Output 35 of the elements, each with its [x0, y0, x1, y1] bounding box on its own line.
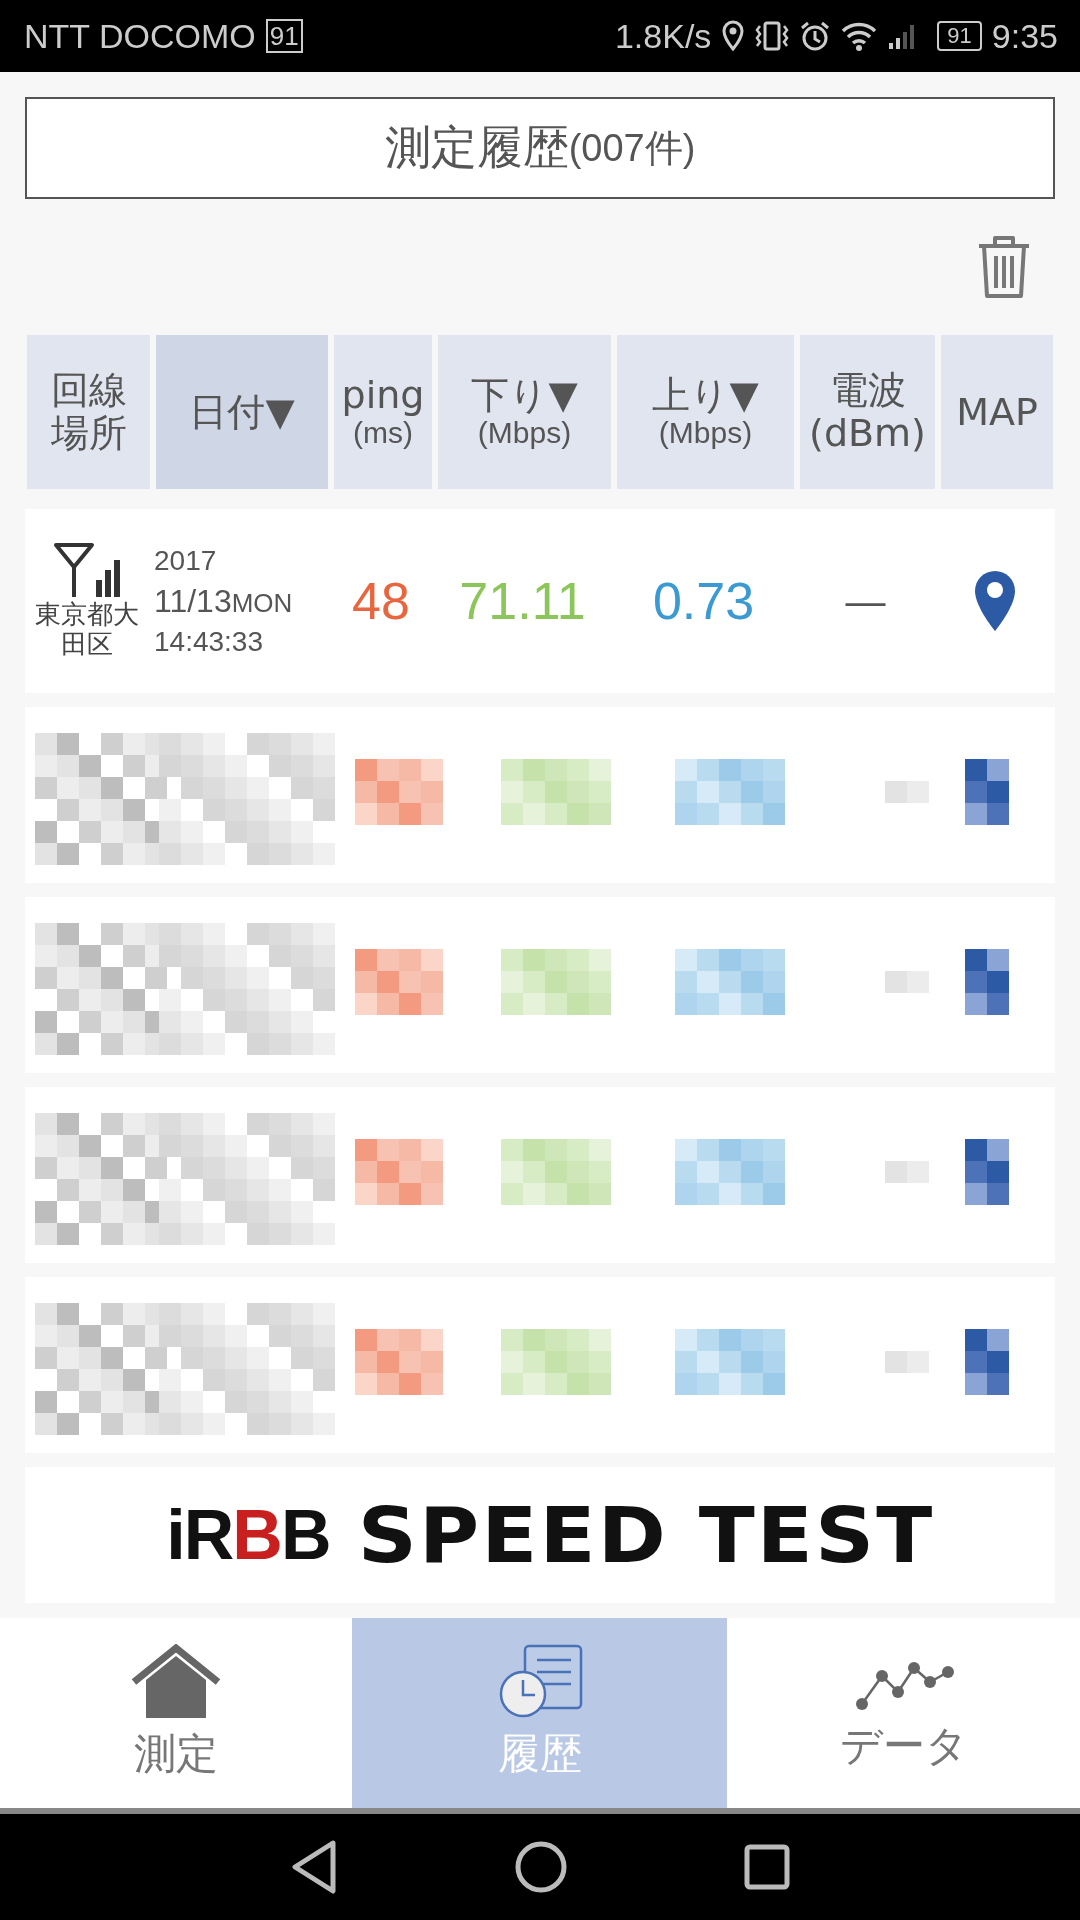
time-text: 14:43:33 — [154, 625, 264, 658]
recents-icon[interactable] — [743, 1843, 791, 1891]
location-text: 東京都大田区 — [33, 600, 140, 660]
location-icon — [721, 20, 746, 52]
column-header[interactable]: ping (ms) — [334, 335, 432, 489]
brand-logo: iRBB — [166, 1495, 330, 1575]
sim-badge: 91 — [265, 19, 303, 53]
network-speed: 1.8K/s — [614, 16, 712, 56]
map-pin-icon[interactable] — [974, 570, 1016, 632]
year-text: 2017 — [154, 544, 218, 577]
column-header[interactable]: 回線 場所 — [27, 335, 150, 489]
home-button-icon[interactable] — [514, 1840, 568, 1894]
antenna-icon — [51, 542, 122, 599]
banner-title: SPEED TEST — [358, 1490, 935, 1580]
result-row[interactable]: 東京都大田区 2017 11/13MON 14:43:33 48 71.11 0.73 — — [25, 509, 1055, 693]
ping-value: 48 — [351, 571, 411, 631]
column-header[interactable]: 電波 (dBm) — [800, 335, 935, 489]
column-header[interactable]: MAP — [941, 335, 1053, 489]
download-value: 71.11 — [458, 571, 587, 631]
column-header[interactable]: 日付▼ — [156, 335, 328, 489]
vibrate-icon — [755, 20, 790, 52]
wifi-icon — [841, 21, 878, 51]
history-title: 測定履歴(007件) — [25, 97, 1055, 199]
carrier-name: NTT DOCOMO — [24, 16, 256, 56]
banner[interactable]: iRBB SPEED TEST — [25, 1467, 1055, 1603]
back-icon[interactable] — [289, 1839, 339, 1895]
date-text: 11/13MON — [154, 582, 294, 620]
column-header[interactable]: 上り▼ (Mbps) — [617, 335, 794, 489]
upload-value: 0.73 — [651, 571, 756, 631]
alarm-icon — [799, 20, 832, 52]
clock: 9:35 — [991, 16, 1058, 56]
signal-value: — — [844, 578, 887, 624]
column-header[interactable]: 下り▼ (Mbps) — [438, 335, 611, 489]
home-icon — [130, 1644, 222, 1720]
battery-level: 91 — [937, 21, 982, 51]
